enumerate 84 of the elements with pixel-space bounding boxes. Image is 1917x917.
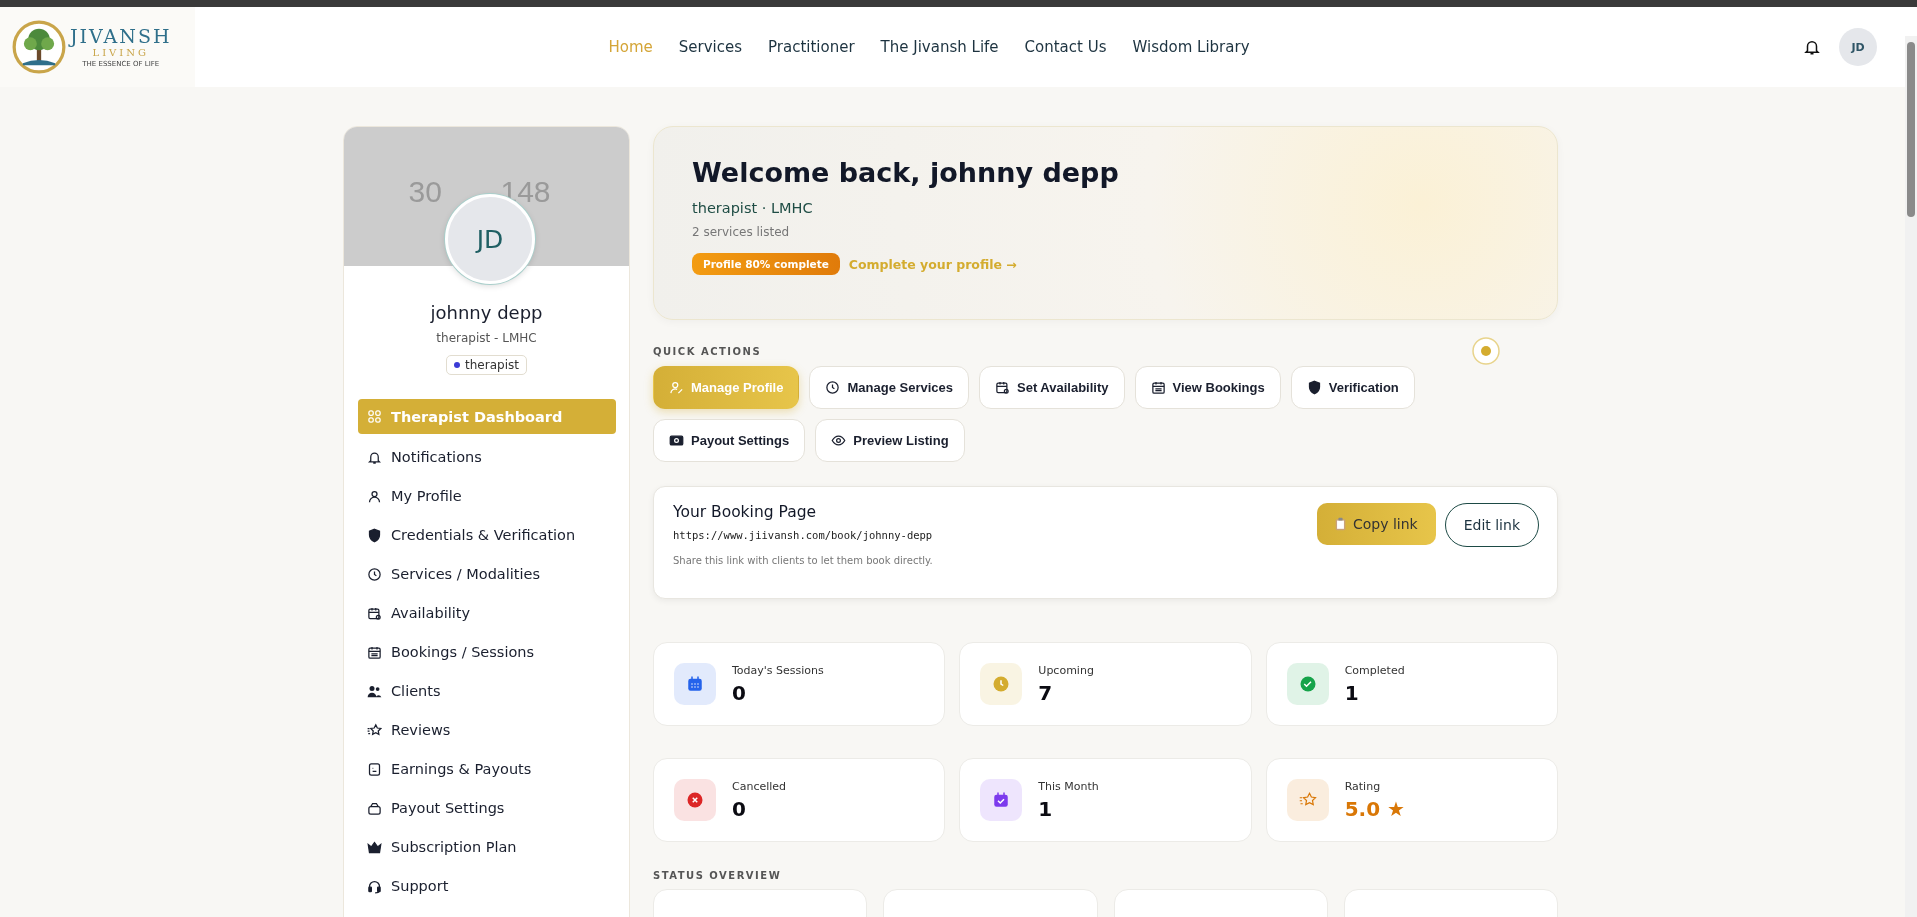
nav-link[interactable]: Practitioner bbox=[768, 38, 855, 56]
clock-icon bbox=[367, 566, 382, 582]
clock-icon bbox=[825, 380, 841, 395]
quick-action-button[interactable]: Verification bbox=[1290, 366, 1415, 409]
star-icon bbox=[367, 722, 382, 738]
booking-url: https://www.jiivansh.com/book/johnny-depp bbox=[673, 529, 933, 541]
tree-logo-icon bbox=[12, 20, 66, 74]
stat-value: 5.0 ★ bbox=[1344, 796, 1405, 821]
profile-subtitle: therapist - LMHC bbox=[435, 331, 538, 345]
bell-icon bbox=[367, 449, 382, 465]
money-icon bbox=[669, 433, 684, 448]
nav-link[interactable]: Contact Us bbox=[1024, 38, 1107, 56]
sidebar-item[interactable]: Services / Modalities bbox=[358, 556, 616, 592]
eye-icon bbox=[831, 433, 847, 448]
stat-value: 7 bbox=[1038, 680, 1054, 705]
sidebar-item[interactable]: Notifications bbox=[358, 439, 616, 475]
useredit-icon bbox=[669, 380, 684, 395]
bell-icon[interactable] bbox=[1803, 38, 1821, 56]
sidebar-item[interactable]: Reviews bbox=[358, 712, 616, 748]
check-icon bbox=[1298, 675, 1317, 693]
stat-value: 0 bbox=[732, 680, 747, 705]
calendar-icon bbox=[367, 644, 382, 660]
profile-name: johnny depp bbox=[429, 302, 544, 323]
shield-icon bbox=[367, 527, 382, 543]
users-icon bbox=[367, 683, 382, 699]
doc-icon bbox=[367, 761, 382, 777]
profile-progress-badge: Profile 80% complete bbox=[692, 253, 840, 275]
sidebar-item[interactable]: My Profile bbox=[358, 478, 616, 514]
logo-subtitle: LIVING bbox=[92, 47, 149, 58]
headset-icon bbox=[367, 878, 382, 894]
sidebar-item[interactable]: Clients bbox=[358, 673, 616, 709]
stat-label: This Month bbox=[1038, 779, 1099, 793]
nav-link[interactable]: Wisdom Library bbox=[1132, 38, 1250, 56]
services-count: 2 services listed bbox=[692, 225, 791, 239]
calcheck-icon bbox=[995, 380, 1010, 395]
nav-link[interactable]: The Jivansh Life bbox=[880, 38, 999, 56]
quick-action-button[interactable]: Manage Services bbox=[809, 366, 969, 409]
calcheck-icon bbox=[367, 605, 382, 621]
stat-label: Rating bbox=[1344, 779, 1382, 793]
stat-value: 1 bbox=[1344, 680, 1360, 705]
stat-label: Upcoming bbox=[1038, 663, 1094, 677]
sidebar-item[interactable]: Availability bbox=[358, 595, 616, 631]
crown-icon bbox=[367, 839, 382, 855]
logo-name: JIVANSH bbox=[70, 26, 172, 46]
copy-link-button[interactable]: Copy link bbox=[1316, 503, 1436, 545]
role-tag: therapist bbox=[446, 355, 527, 375]
sidebar-item[interactable]: Subscription Plan bbox=[358, 829, 616, 865]
star-icon bbox=[1298, 791, 1317, 809]
sidebar-item[interactable]: Credentials & Verification bbox=[358, 517, 616, 553]
booking-hint: Share this link with clients to let them book directly. bbox=[673, 555, 933, 566]
quick-action-button[interactable]: Payout Settings bbox=[653, 419, 806, 462]
welcome-title: Welcome back, johnny depp bbox=[692, 157, 1120, 188]
role-dot bbox=[454, 362, 461, 368]
clock-icon bbox=[992, 675, 1011, 693]
wallet-icon bbox=[367, 800, 382, 816]
circle-dot-icon bbox=[1471, 336, 1501, 366]
quick-action-button[interactable]: View Bookings bbox=[1134, 366, 1281, 409]
scrollbar[interactable] bbox=[1905, 36, 1917, 917]
section-heading: QUICK ACTIONS bbox=[653, 345, 762, 357]
stat-value: 0 bbox=[732, 796, 747, 821]
calendar-icon bbox=[686, 675, 704, 693]
shield-icon bbox=[1306, 380, 1322, 395]
user-icon bbox=[367, 488, 382, 504]
sidebar-item[interactable]: Earnings & Payouts bbox=[358, 751, 616, 787]
profile-subtitle: therapist · LMHC bbox=[692, 200, 814, 216]
stat-label: Today's Sessions bbox=[732, 663, 824, 677]
x-icon bbox=[686, 791, 704, 809]
clipboard-icon bbox=[1334, 517, 1346, 531]
quick-action-button[interactable]: Set Availability bbox=[979, 366, 1125, 409]
sidebar-item[interactable]: Bookings / Sessions bbox=[358, 634, 616, 670]
section-heading: STATUS OVERVIEW bbox=[653, 870, 783, 881]
sidebar-item[interactable]: Support bbox=[358, 868, 616, 904]
stat-label: Completed bbox=[1344, 663, 1405, 677]
edit-link-button[interactable]: Edit link bbox=[1444, 503, 1539, 547]
grid-icon bbox=[367, 409, 382, 424]
quick-action-button[interactable]: Preview Listing bbox=[815, 419, 965, 462]
nav-link[interactable]: Services bbox=[678, 38, 743, 56]
calendar-icon bbox=[1150, 380, 1166, 395]
booking-title: Your Booking Page bbox=[673, 503, 817, 521]
sidebar-item[interactable]: Payout Settings bbox=[358, 790, 616, 826]
stat-label: Cancelled bbox=[732, 779, 787, 793]
user-avatar[interactable]: JD bbox=[1839, 28, 1877, 66]
calcheck-icon bbox=[992, 791, 1011, 809]
stat-value: 1 bbox=[1038, 796, 1054, 821]
